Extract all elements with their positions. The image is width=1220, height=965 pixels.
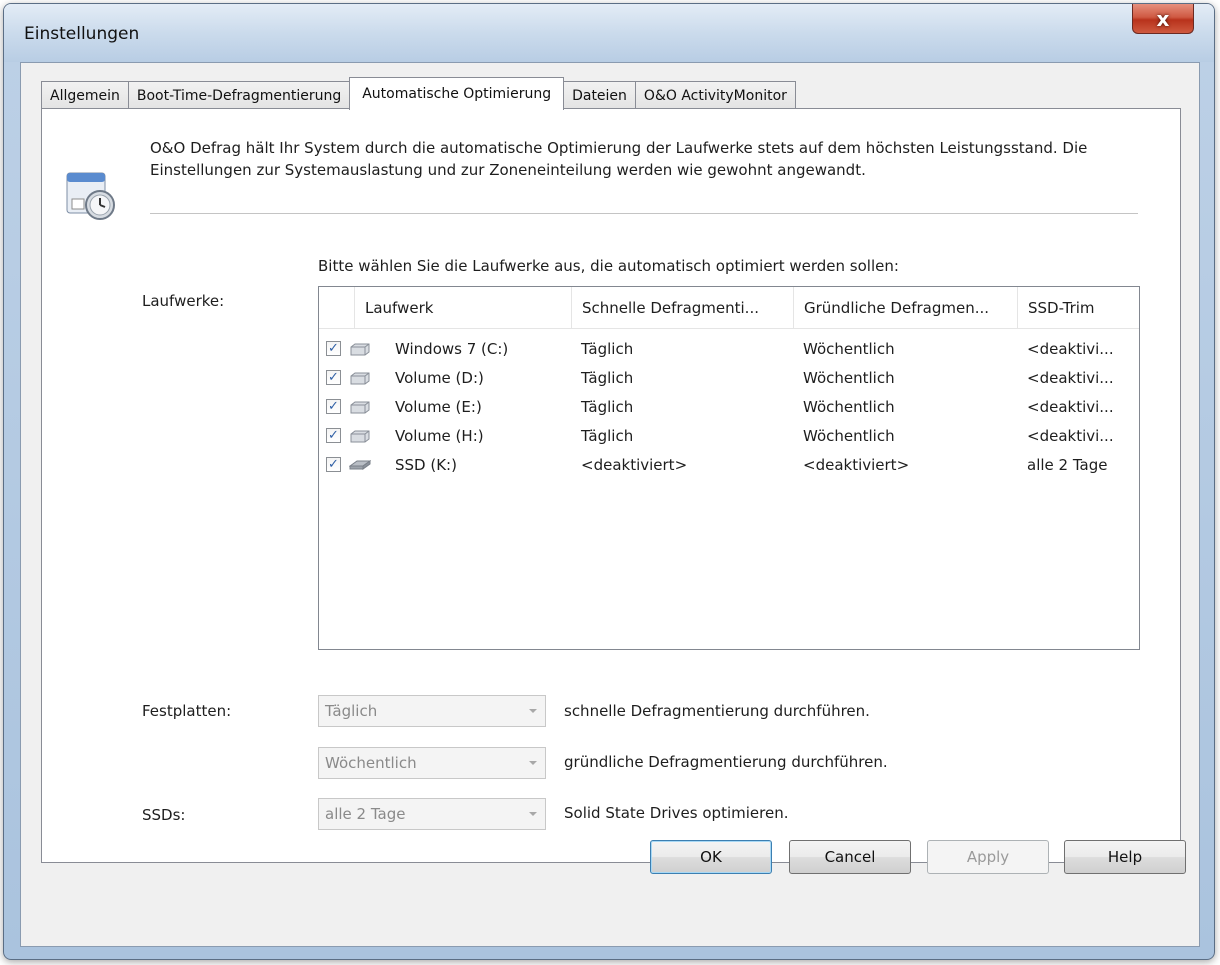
drive-thorough-schedule: Wöchentlich bbox=[803, 339, 895, 358]
title-bar[interactable]: Einstellungen x bbox=[4, 4, 1214, 62]
ssd-label: SSDs: bbox=[142, 806, 186, 824]
column-quick-defrag[interactable]: Schnelle Defragmenti... bbox=[572, 287, 794, 329]
tab-activitymonitor[interactable]: O&O ActivityMonitor bbox=[634, 81, 796, 109]
thorough-defrag-description: gründliche Defragmentierung durchführen. bbox=[564, 753, 888, 771]
drive-checkbox-k[interactable]: ✓ bbox=[326, 457, 341, 472]
quick-defrag-description: schnelle Defragmentierung durchführen. bbox=[564, 702, 870, 720]
drive-quick-schedule: Täglich bbox=[581, 339, 634, 358]
quick-defrag-dropdown[interactable]: Täglich bbox=[318, 695, 546, 727]
drive-trim-schedule: <deaktivi... bbox=[1027, 397, 1114, 416]
chevron-down-icon bbox=[529, 709, 537, 713]
drive-quick-schedule: <deaktiviert> bbox=[581, 455, 688, 474]
drive-row-k[interactable]: ✓ SSD (K:) <deaktiviert> <deaktiviert> a… bbox=[319, 450, 1139, 479]
hdd-icon bbox=[350, 430, 370, 442]
chevron-down-icon bbox=[529, 812, 537, 816]
drive-quick-schedule: Täglich bbox=[581, 368, 634, 387]
cancel-button[interactable]: Cancel bbox=[789, 840, 911, 874]
close-button[interactable]: x bbox=[1132, 4, 1194, 34]
thorough-defrag-value: Wöchentlich bbox=[325, 754, 417, 772]
drive-checkbox-e[interactable]: ✓ bbox=[326, 399, 341, 414]
drive-trim-schedule: <deaktivi... bbox=[1027, 368, 1114, 387]
drive-thorough-schedule: Wöchentlich bbox=[803, 368, 895, 387]
chevron-down-icon bbox=[529, 761, 537, 765]
checkmark-icon: ✓ bbox=[328, 399, 339, 414]
drive-quick-schedule: Täglich bbox=[581, 426, 634, 445]
intro-text: O&O Defrag hält Ihr System durch die aut… bbox=[150, 139, 1088, 179]
tab-allgemein[interactable]: Allgemein bbox=[41, 81, 129, 109]
dialog-client: Allgemein Boot-Time-Defragmentierung Aut… bbox=[20, 62, 1200, 947]
apply-button[interactable]: Apply bbox=[927, 840, 1049, 874]
separator bbox=[150, 213, 1138, 214]
tab-panel-automatische-optimierung: O&O Defrag hält Ihr System durch die aut… bbox=[41, 108, 1181, 863]
settings-window: Einstellungen x Allgemein Boot-Time-Defr… bbox=[3, 3, 1215, 960]
drive-trim-schedule: <deaktivi... bbox=[1027, 426, 1114, 445]
drive-row-d[interactable]: ✓ Volume (D:) Täglich Wöchentlich <deakt… bbox=[319, 363, 1139, 392]
listview-header: Laufwerk Schnelle Defragmenti... Gründli… bbox=[319, 287, 1139, 329]
drives-prompt: Bitte wählen Sie die Laufwerke aus, die … bbox=[318, 257, 899, 275]
tab-dateien[interactable]: Dateien bbox=[563, 81, 636, 109]
drive-trim-schedule: <deaktivi... bbox=[1027, 339, 1114, 358]
help-button[interactable]: Help bbox=[1064, 840, 1186, 874]
checkmark-icon: ✓ bbox=[328, 457, 339, 472]
ok-button[interactable]: OK bbox=[650, 840, 772, 874]
drive-name: Volume (H:) bbox=[395, 426, 484, 445]
schedule-optimization-icon bbox=[66, 172, 115, 220]
drive-checkbox-c[interactable]: ✓ bbox=[326, 341, 341, 356]
drive-quick-schedule: Täglich bbox=[581, 397, 634, 416]
drives-label: Laufwerke: bbox=[142, 292, 225, 310]
drive-name: Volume (E:) bbox=[395, 397, 482, 416]
drive-thorough-schedule: Wöchentlich bbox=[803, 397, 895, 416]
checkmark-icon: ✓ bbox=[328, 341, 339, 356]
tab-automatische-optimierung[interactable]: Automatische Optimierung bbox=[349, 77, 565, 110]
column-check bbox=[319, 287, 355, 329]
drive-row-c[interactable]: ✓ Windows 7 (C:) Täglich Wöchentlich <de… bbox=[319, 334, 1139, 363]
drive-row-h[interactable]: ✓ Volume (H:) Täglich Wöchentlich <deakt… bbox=[319, 421, 1139, 450]
drive-trim-schedule: alle 2 Tage bbox=[1027, 455, 1108, 474]
column-laufwerk[interactable]: Laufwerk bbox=[355, 287, 572, 329]
checkmark-icon: ✓ bbox=[328, 370, 339, 385]
drive-checkbox-h[interactable]: ✓ bbox=[326, 428, 341, 443]
ssd-optimize-description: Solid State Drives optimieren. bbox=[564, 804, 789, 822]
column-thorough-defrag[interactable]: Gründliche Defragmen... bbox=[794, 287, 1018, 329]
window-title: Einstellungen bbox=[24, 24, 140, 44]
ssd-optimize-value: alle 2 Tage bbox=[325, 805, 406, 823]
drive-row-e[interactable]: ✓ Volume (E:) Täglich Wöchentlich <deakt… bbox=[319, 392, 1139, 421]
ssd-optimize-dropdown[interactable]: alle 2 Tage bbox=[318, 798, 546, 830]
quick-defrag-value: Täglich bbox=[325, 702, 378, 720]
drive-thorough-schedule: <deaktiviert> bbox=[803, 455, 910, 474]
hdd-icon bbox=[350, 343, 370, 355]
drive-name: Volume (D:) bbox=[395, 368, 484, 387]
thorough-defrag-dropdown[interactable]: Wöchentlich bbox=[318, 747, 546, 779]
tab-boot-time-defragmentierung[interactable]: Boot-Time-Defragmentierung bbox=[127, 81, 351, 109]
hdd-label: Festplatten: bbox=[142, 702, 232, 720]
drive-checkbox-d[interactable]: ✓ bbox=[326, 370, 341, 385]
drives-listview[interactable]: Laufwerk Schnelle Defragmenti... Gründli… bbox=[318, 286, 1140, 650]
tab-strip: Allgemein Boot-Time-Defragmentierung Aut… bbox=[41, 77, 796, 110]
close-icon: x bbox=[1156, 6, 1170, 31]
drive-thorough-schedule: Wöchentlich bbox=[803, 426, 895, 445]
hdd-icon bbox=[350, 401, 370, 413]
ssd-icon bbox=[349, 459, 371, 470]
hdd-icon bbox=[350, 372, 370, 384]
checkmark-icon: ✓ bbox=[328, 428, 339, 443]
drive-name: SSD (K:) bbox=[395, 455, 457, 474]
drive-name: Windows 7 (C:) bbox=[395, 339, 509, 358]
column-ssd-trim[interactable]: SSD-Trim bbox=[1018, 287, 1139, 329]
